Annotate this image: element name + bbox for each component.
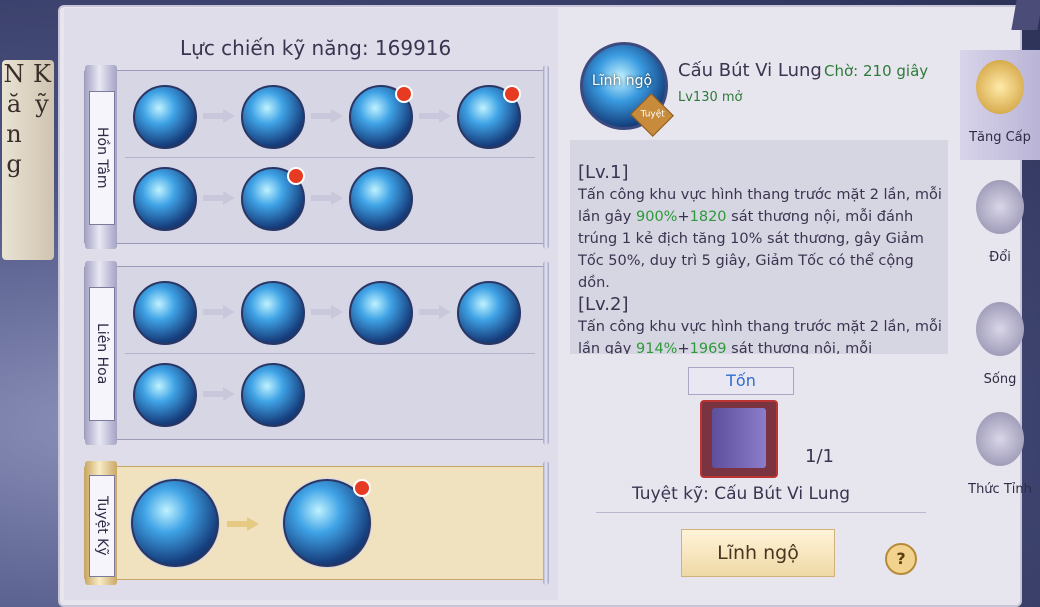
life-icon: [976, 302, 1024, 356]
skill-icon[interactable]: [133, 167, 197, 231]
school-hon-tam: Hồn Tâm: [84, 65, 549, 249]
tab-life-label: Sống: [983, 372, 1017, 387]
skill-row-ultimate: [125, 467, 535, 579]
skill-book-item[interactable]: [700, 400, 778, 478]
skill-icon[interactable]: [349, 281, 413, 345]
arrow-icon: [311, 191, 343, 205]
cost-header: Tốn: [688, 367, 794, 395]
tab-awaken[interactable]: Thức Tỉnh: [960, 402, 1040, 512]
tab-awaken-label: Thức Tỉnh: [968, 482, 1032, 497]
level-1-percent: 900%: [636, 209, 678, 225]
learn-button[interactable]: Lĩnh ngộ: [681, 529, 835, 577]
arrow-icon: [227, 517, 259, 531]
skill-icon[interactable]: [241, 85, 305, 149]
school-label-hon-tam[interactable]: Hồn Tâm: [89, 91, 115, 225]
help-icon[interactable]: ?: [885, 543, 917, 575]
book-icon: [712, 408, 766, 468]
level-2-title: [Lv.2]: [578, 294, 629, 315]
tab-change[interactable]: Đổi: [960, 170, 1040, 280]
skill-icon[interactable]: [133, 281, 197, 345]
level-1-title: [Lv.1]: [578, 162, 629, 183]
upgrade-icon: [976, 60, 1024, 114]
description-text: [Lv.1] Tấn công khu vực hình thang trước…: [578, 162, 944, 354]
tab-change-label: Đổi: [989, 250, 1011, 265]
skill-icon[interactable]: [241, 167, 305, 231]
skill-row-2: [125, 353, 535, 439]
skill-icon[interactable]: [349, 167, 413, 231]
skill-icon[interactable]: [241, 281, 305, 345]
awaken-icon: [976, 412, 1024, 466]
divider: [596, 512, 926, 513]
level-2-flat: 1969: [689, 341, 727, 354]
arrow-icon: [203, 109, 235, 123]
skill-cooldown: Chờ: 210 giây: [824, 62, 929, 80]
item-count: 1/1: [805, 446, 834, 467]
school-tuyet-ky: Tuyệt Kỹ: [84, 461, 549, 585]
tab-upgrade[interactable]: Tăng Cấp: [960, 50, 1040, 160]
level-1-plus: +: [677, 209, 690, 225]
arrow-icon: [311, 109, 343, 123]
close-icon[interactable]: [1011, 0, 1040, 30]
school-label-lien-hoa[interactable]: Liên Hoa: [89, 287, 115, 421]
skill-description[interactable]: [Lv.1] Tấn công khu vực hình thang trước…: [570, 140, 948, 354]
swap-icon: [976, 180, 1024, 234]
skill-row-2: [125, 157, 535, 243]
skill-icon[interactable]: [457, 281, 521, 345]
item-name: Tuyệt kỹ: Cấu Bút Vi Lung: [632, 484, 851, 504]
school-label-tuyet-ky[interactable]: Tuyệt Kỹ: [89, 475, 115, 577]
notification-dot-icon: [287, 167, 305, 185]
notification-dot-icon: [395, 85, 413, 103]
scroll-endcap: [543, 261, 549, 445]
tuyet-tag-text: Tuyệt: [640, 109, 665, 120]
combat-power: Lực chiến kỹ năng: 169916: [180, 36, 452, 60]
level-2-plus: +: [677, 341, 690, 354]
arrow-icon: [203, 305, 235, 319]
skill-row-1: [125, 267, 535, 354]
notification-dot-icon: [503, 85, 521, 103]
level-2-description: Tấn công khu vực hình thang trước mặt 2 …: [578, 316, 944, 354]
tab-life[interactable]: Sống: [960, 292, 1040, 402]
arrow-icon: [419, 305, 451, 319]
notification-dot-icon: [353, 479, 371, 497]
level-1-flat: 1820: [689, 209, 727, 225]
selected-skill-icon-label: Lĩnh ngộ: [591, 73, 653, 89]
scroll-endcap: [543, 65, 549, 249]
skill-unlock-level: Lv130 mở: [678, 90, 743, 105]
arrow-icon: [419, 109, 451, 123]
skill-row-1: [125, 71, 535, 158]
side-title: Kỹ Năng: [0, 60, 56, 260]
arrow-icon: [311, 305, 343, 319]
arrow-icon: [203, 191, 235, 205]
tab-upgrade-label: Tăng Cấp: [969, 130, 1031, 145]
skill-icon[interactable]: [133, 85, 197, 149]
school-lien-hoa: Liên Hoa: [84, 261, 549, 445]
level-2-desc-b: sát thương nội, mỗi: [726, 341, 873, 354]
right-tabs: Tăng Cấp Đổi Sống Thức Tỉnh: [960, 40, 1040, 520]
side-title-text: Kỹ Năng: [0, 60, 56, 180]
level-1-description: Tấn công khu vực hình thang trước mặt 2 …: [578, 184, 944, 294]
skill-name: Cấu Bút Vi Lung: [678, 60, 822, 81]
skill-icon[interactable]: [457, 85, 521, 149]
level-2-percent: 914%: [636, 341, 678, 354]
skill-icon[interactable]: [349, 85, 413, 149]
scroll-endcap: [543, 461, 549, 585]
skill-icon-selected[interactable]: [283, 479, 371, 567]
cost-title: Tốn: [726, 371, 756, 390]
arrow-icon: [203, 387, 235, 401]
skill-icon[interactable]: [131, 479, 219, 567]
skill-icon[interactable]: [241, 363, 305, 427]
skill-icon[interactable]: [133, 363, 197, 427]
